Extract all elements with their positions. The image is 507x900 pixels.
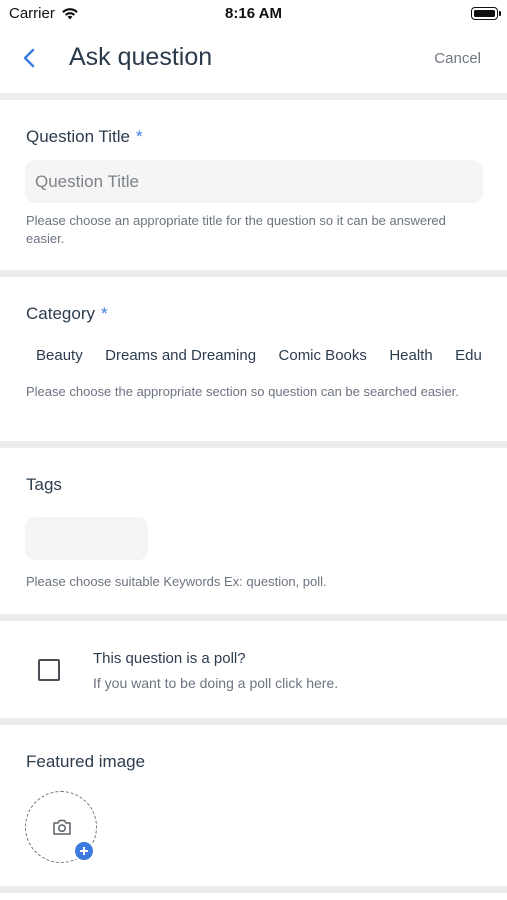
chevron-left-icon <box>23 48 35 68</box>
page-title: Ask question <box>69 43 213 71</box>
question-title-hint: Please choose an appropriate title for t… <box>26 213 446 246</box>
section-divider <box>0 270 507 277</box>
section-divider <box>0 441 507 448</box>
question-title-label: Question Title * <box>26 127 143 147</box>
section-divider <box>0 718 507 725</box>
poll-subtitle: If you want to be doing a poll click her… <box>93 675 339 691</box>
category-chip-health[interactable]: Health <box>389 347 432 364</box>
poll-title: This question is a poll? <box>93 650 246 667</box>
status-time: 8:16 AM <box>225 5 282 22</box>
required-mark: * <box>135 127 143 146</box>
category-hint: Please choose the appropriate section so… <box>26 384 459 399</box>
category-chip-beauty[interactable]: Beauty <box>36 347 83 364</box>
category-chip-list[interactable]: Beauty Dreams and Dreaming Comic Books H… <box>36 347 483 369</box>
category-chip-comic-books[interactable]: Comic Books <box>279 347 367 364</box>
tags-hint: Please choose suitable Keywords Ex: ques… <box>26 574 327 589</box>
tags-input[interactable] <box>25 517 148 560</box>
section-divider <box>0 886 507 893</box>
battery-icon <box>471 7 501 20</box>
tags-label: Tags <box>26 475 62 494</box>
category-chip-edu[interactable]: Edu <box>455 347 482 364</box>
plus-icon[interactable] <box>73 840 95 862</box>
poll-checkbox[interactable] <box>38 659 60 681</box>
required-mark: * <box>100 304 108 323</box>
featured-image-label: Featured image <box>26 752 146 771</box>
camera-icon <box>53 819 71 835</box>
nav-bar: Ask question Cancel <box>0 28 507 92</box>
question-title-label-text: Question Title <box>26 127 130 146</box>
back-button[interactable] <box>18 44 42 72</box>
section-divider <box>0 614 507 621</box>
cancel-button[interactable]: Cancel <box>434 50 481 67</box>
category-chip-dreams[interactable]: Dreams and Dreaming <box>105 347 256 364</box>
question-title-input[interactable] <box>25 160 483 203</box>
status-bar: Carrier 8:16 AM <box>0 0 507 28</box>
category-label: Category * <box>26 304 108 324</box>
section-divider <box>0 93 507 100</box>
category-label-text: Category <box>26 304 95 323</box>
